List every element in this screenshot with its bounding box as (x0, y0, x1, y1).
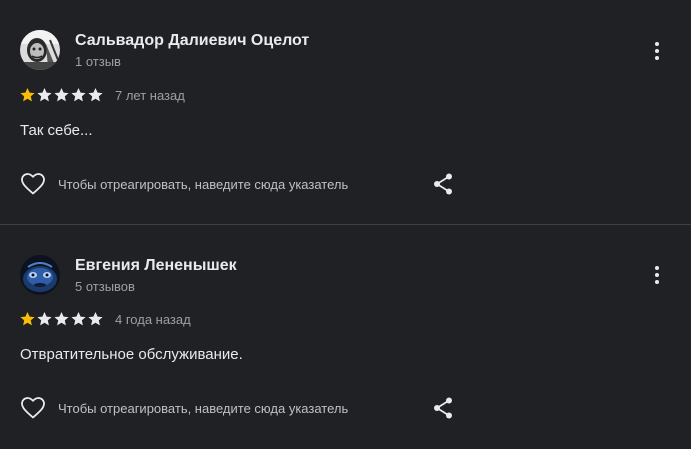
star-empty-icon (71, 312, 86, 326)
star-empty-icon (88, 312, 103, 326)
review-card: Евгения Лененышек 5 отзывов 4 года назад… (0, 225, 691, 449)
author-review-count[interactable]: 5 отзывов (75, 279, 135, 294)
heart-outline-icon (21, 397, 45, 419)
star-empty-icon (37, 88, 52, 102)
star-empty-icon (54, 312, 69, 326)
review-text: Так себе... (20, 122, 93, 139)
heart-outline-icon (21, 173, 45, 195)
star-empty-icon (37, 312, 52, 326)
react-hint-text: Чтобы отреагировать, наведите сюда указа… (58, 177, 349, 192)
like-button[interactable] (20, 396, 46, 420)
avatar[interactable] (20, 30, 60, 70)
react-hint-text: Чтобы отреагировать, наведите сюда указа… (58, 401, 349, 416)
author-review-count[interactable]: 1 отзыв (75, 54, 121, 69)
author-name[interactable]: Сальвадор Далиевич Оцелот (75, 32, 309, 50)
more-vert-icon (655, 42, 659, 60)
more-options-button[interactable] (645, 39, 669, 63)
star-rating (19, 87, 104, 103)
share-button[interactable] (432, 396, 454, 420)
author-name[interactable]: Евгения Лененышек (75, 257, 237, 275)
review-card: Сальвадор Далиевич Оцелот 1 отзыв 7 лет … (0, 0, 691, 224)
star-empty-icon (54, 88, 69, 102)
review-text: Отвратительное обслуживание. (20, 346, 243, 363)
star-empty-icon (88, 88, 103, 102)
avatar[interactable] (20, 255, 60, 295)
star-filled-icon (20, 88, 35, 102)
share-icon (434, 397, 452, 419)
avatar-photo-icon (20, 255, 60, 295)
avatar-photo-icon (20, 30, 60, 70)
more-options-button[interactable] (645, 263, 669, 287)
share-icon (434, 173, 452, 195)
star-filled-icon (20, 312, 35, 326)
more-vert-icon (655, 266, 659, 284)
like-button[interactable] (20, 172, 46, 196)
star-empty-icon (71, 88, 86, 102)
share-button[interactable] (432, 172, 454, 196)
review-time: 4 года назад (115, 312, 191, 327)
star-rating (19, 311, 104, 327)
review-time: 7 лет назад (115, 88, 185, 103)
